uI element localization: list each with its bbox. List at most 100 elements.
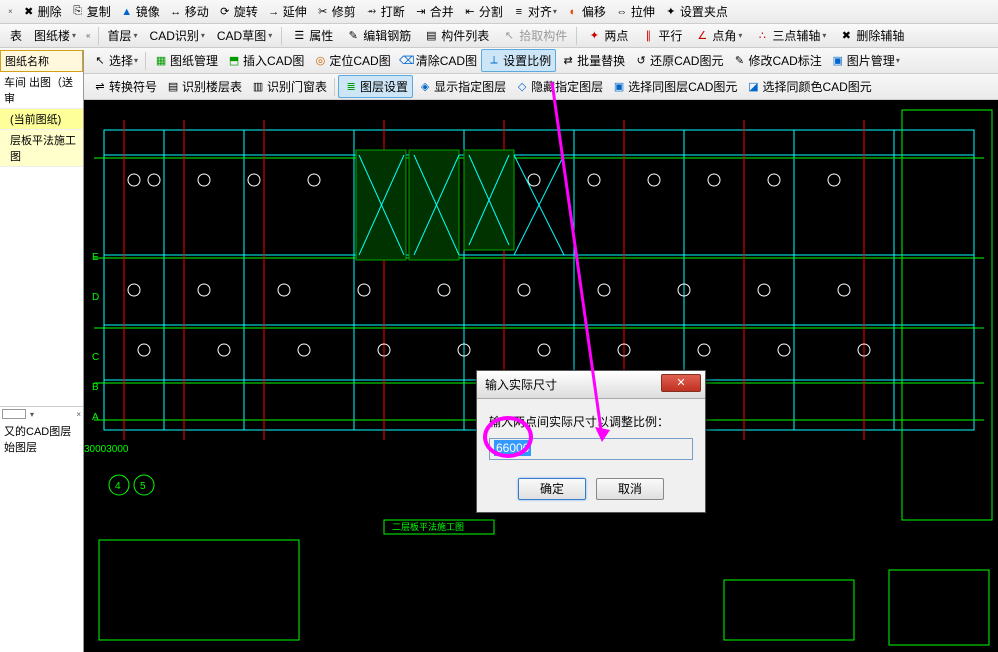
break-tool[interactable]: ⥇打断: [360, 1, 409, 22]
merge-tool[interactable]: ⇥合并: [409, 1, 458, 22]
menu-bar: 表 图纸楼▾ « 首层▾ CAD识别▾ CAD草图▾ ☰属性 ✎编辑钢筋 ▤构件…: [0, 24, 998, 48]
break-icon: ⥇: [364, 4, 380, 20]
floor-tab[interactable]: 首层▾: [102, 25, 144, 46]
hidelayer-btn[interactable]: ◇隐藏指定图层: [510, 76, 607, 97]
drawing-row-3[interactable]: 层板平法施工图: [0, 130, 83, 167]
extend-tool[interactable]: →延伸: [262, 1, 311, 22]
svg-text:4: 4: [115, 481, 121, 492]
drawmgr-btn[interactable]: ▦图纸管理: [149, 50, 222, 71]
threeaux-icon: ∴: [754, 28, 770, 44]
recogfloor-btn[interactable]: ▤识别楼层表: [161, 76, 246, 97]
showlayer-btn[interactable]: ◈显示指定图层: [413, 76, 510, 97]
drawing-floor-dropdown[interactable]: 图纸楼▾: [28, 25, 82, 46]
split-icon: ⇤: [462, 4, 478, 20]
panel-close-icon[interactable]: ×: [76, 410, 81, 419]
left-panel: 图纸名称 车间 出图（送审 (当前图纸) 层板平法施工图 ▾ × 又的CAD图层…: [0, 50, 84, 652]
locatecad-btn[interactable]: ◎定位CAD图: [308, 50, 394, 71]
cancel-button[interactable]: 取消: [596, 478, 664, 500]
offset-tool[interactable]: ◐偏移: [561, 1, 610, 22]
svg-text:C: C: [92, 352, 99, 363]
prop-icon: ☰: [291, 28, 307, 44]
panel-collapse[interactable]: «: [82, 31, 94, 40]
drawmgr-icon: ▦: [153, 53, 169, 69]
menu-close-left[interactable]: ×: [4, 5, 17, 18]
list-icon: ▤: [423, 28, 439, 44]
toolbar-cad2: ⇌转换符号 ▤识别楼层表 ▥识别门窗表 ≣图层设置 ◈显示指定图层 ◇隐藏指定图…: [0, 74, 998, 100]
svg-text:B: B: [92, 382, 99, 393]
drawing-current[interactable]: (当前图纸): [0, 109, 83, 130]
twopoint-btn[interactable]: ✦两点: [580, 25, 634, 46]
align-icon: ≡: [511, 4, 527, 20]
dimension-input[interactable]: 66000: [489, 438, 693, 460]
layerset-icon: ≣: [343, 79, 359, 95]
move-icon: ↔: [168, 4, 184, 20]
dotangle-icon: ∠: [694, 28, 710, 44]
layerset-btn[interactable]: ≣图层设置: [338, 75, 413, 98]
recogdoor-icon: ▥: [250, 79, 266, 95]
dialog-title-text: 输入实际尺寸: [485, 376, 557, 393]
extend-icon: →: [266, 4, 282, 20]
recogdoor-btn[interactable]: ▥识别门窗表: [246, 76, 331, 97]
batch-icon: ⇄: [560, 53, 576, 69]
threeaux-btn[interactable]: ∴三点辅轴▾: [748, 25, 832, 46]
restorecad-btn[interactable]: ↺还原CAD图元: [629, 50, 727, 71]
prop-btn[interactable]: ☰属性: [285, 25, 339, 46]
selsamelayer-btn[interactable]: ▣选择同图层CAD图元: [607, 76, 741, 97]
align-tool[interactable]: ≡对齐▾: [507, 1, 561, 22]
ok-button[interactable]: 确定: [518, 478, 586, 500]
delaux-btn[interactable]: ✖删除辅轴: [832, 25, 910, 46]
cadrecog-tab[interactable]: CAD识别▾: [144, 25, 211, 46]
dialog-titlebar[interactable]: 输入实际尺寸 ✕: [477, 371, 705, 399]
left-dropdown[interactable]: 表: [4, 25, 28, 46]
setgrip-tool[interactable]: ✦设置夹点: [659, 1, 732, 22]
cursor-icon: ↖: [92, 53, 108, 69]
split-tool[interactable]: ⇤分割: [458, 1, 507, 22]
sellayer-icon: ▣: [611, 79, 627, 95]
move-tool[interactable]: ↔移动: [164, 1, 213, 22]
trim-tool[interactable]: ✂修剪: [311, 1, 360, 22]
setscale-btn[interactable]: ⟂设置比例: [481, 49, 556, 72]
convsym-btn[interactable]: ⇌转换符号: [88, 76, 161, 97]
batchrepl-btn[interactable]: ⇄批量替换: [556, 50, 629, 71]
locate-icon: ◎: [312, 53, 328, 69]
cadsketch-tab[interactable]: CAD草图▾: [211, 25, 278, 46]
svg-text:A: A: [92, 412, 99, 423]
twopoint-icon: ✦: [586, 28, 602, 44]
imgmgr-btn[interactable]: ▣图片管理▾: [826, 50, 904, 71]
delete-tool[interactable]: ✖删除: [17, 1, 66, 22]
stretch-tool[interactable]: ⇔拉伸: [610, 1, 659, 22]
modcadnote-btn[interactable]: ✎修改CAD标注: [727, 50, 825, 71]
clear-icon: ⌫: [399, 53, 415, 69]
editrebar-btn[interactable]: ✎编辑钢筋: [339, 25, 417, 46]
rotate-tool[interactable]: ⟳旋转: [213, 1, 262, 22]
img-icon: ▣: [830, 53, 846, 69]
mirror-icon: ▲: [119, 4, 135, 20]
delete-icon: ✖: [21, 4, 37, 20]
mirror-tool[interactable]: ▲镜像: [115, 1, 164, 22]
svg-text:5: 5: [140, 481, 146, 492]
copy-tool[interactable]: ⎘复制: [66, 1, 115, 22]
pickmember-btn[interactable]: ↖拾取构件: [495, 25, 573, 46]
scale-icon: ⟂: [486, 53, 502, 69]
clearcad-btn[interactable]: ⌫清除CAD图: [395, 50, 481, 71]
insertcad-btn[interactable]: ⬒插入CAD图: [222, 50, 308, 71]
stretch-icon: ⇔: [614, 4, 630, 20]
input-dimension-dialog: 输入实际尺寸 ✕ 输入两点间实际尺寸以调整比例： 66000 确定 取消: [476, 370, 706, 513]
svg-text:D: D: [92, 292, 99, 303]
dotangle-btn[interactable]: ∠点角▾: [688, 25, 748, 46]
rebar-icon: ✎: [345, 28, 361, 44]
convsym-icon: ⇌: [92, 79, 108, 95]
insert-icon: ⬒: [226, 53, 242, 69]
pick-icon: ↖: [501, 28, 517, 44]
memberlist-btn[interactable]: ▤构件列表: [417, 25, 495, 46]
dialog-close-btn[interactable]: ✕: [661, 374, 701, 392]
copy-icon: ⎘: [70, 4, 86, 20]
merge-icon: ⇥: [413, 4, 429, 20]
drawing-row-1[interactable]: 车间 出图（送审: [0, 72, 83, 109]
select-tool[interactable]: ↖选择▾: [88, 50, 142, 71]
layer-collapse-icon[interactable]: ▾: [30, 410, 34, 419]
hidelayer-icon: ◇: [514, 79, 530, 95]
parallel-btn[interactable]: ∥平行: [634, 25, 688, 46]
showlayer-icon: ◈: [417, 79, 433, 95]
selsamecolor-btn[interactable]: ◪选择同颜色CAD图元: [741, 76, 875, 97]
